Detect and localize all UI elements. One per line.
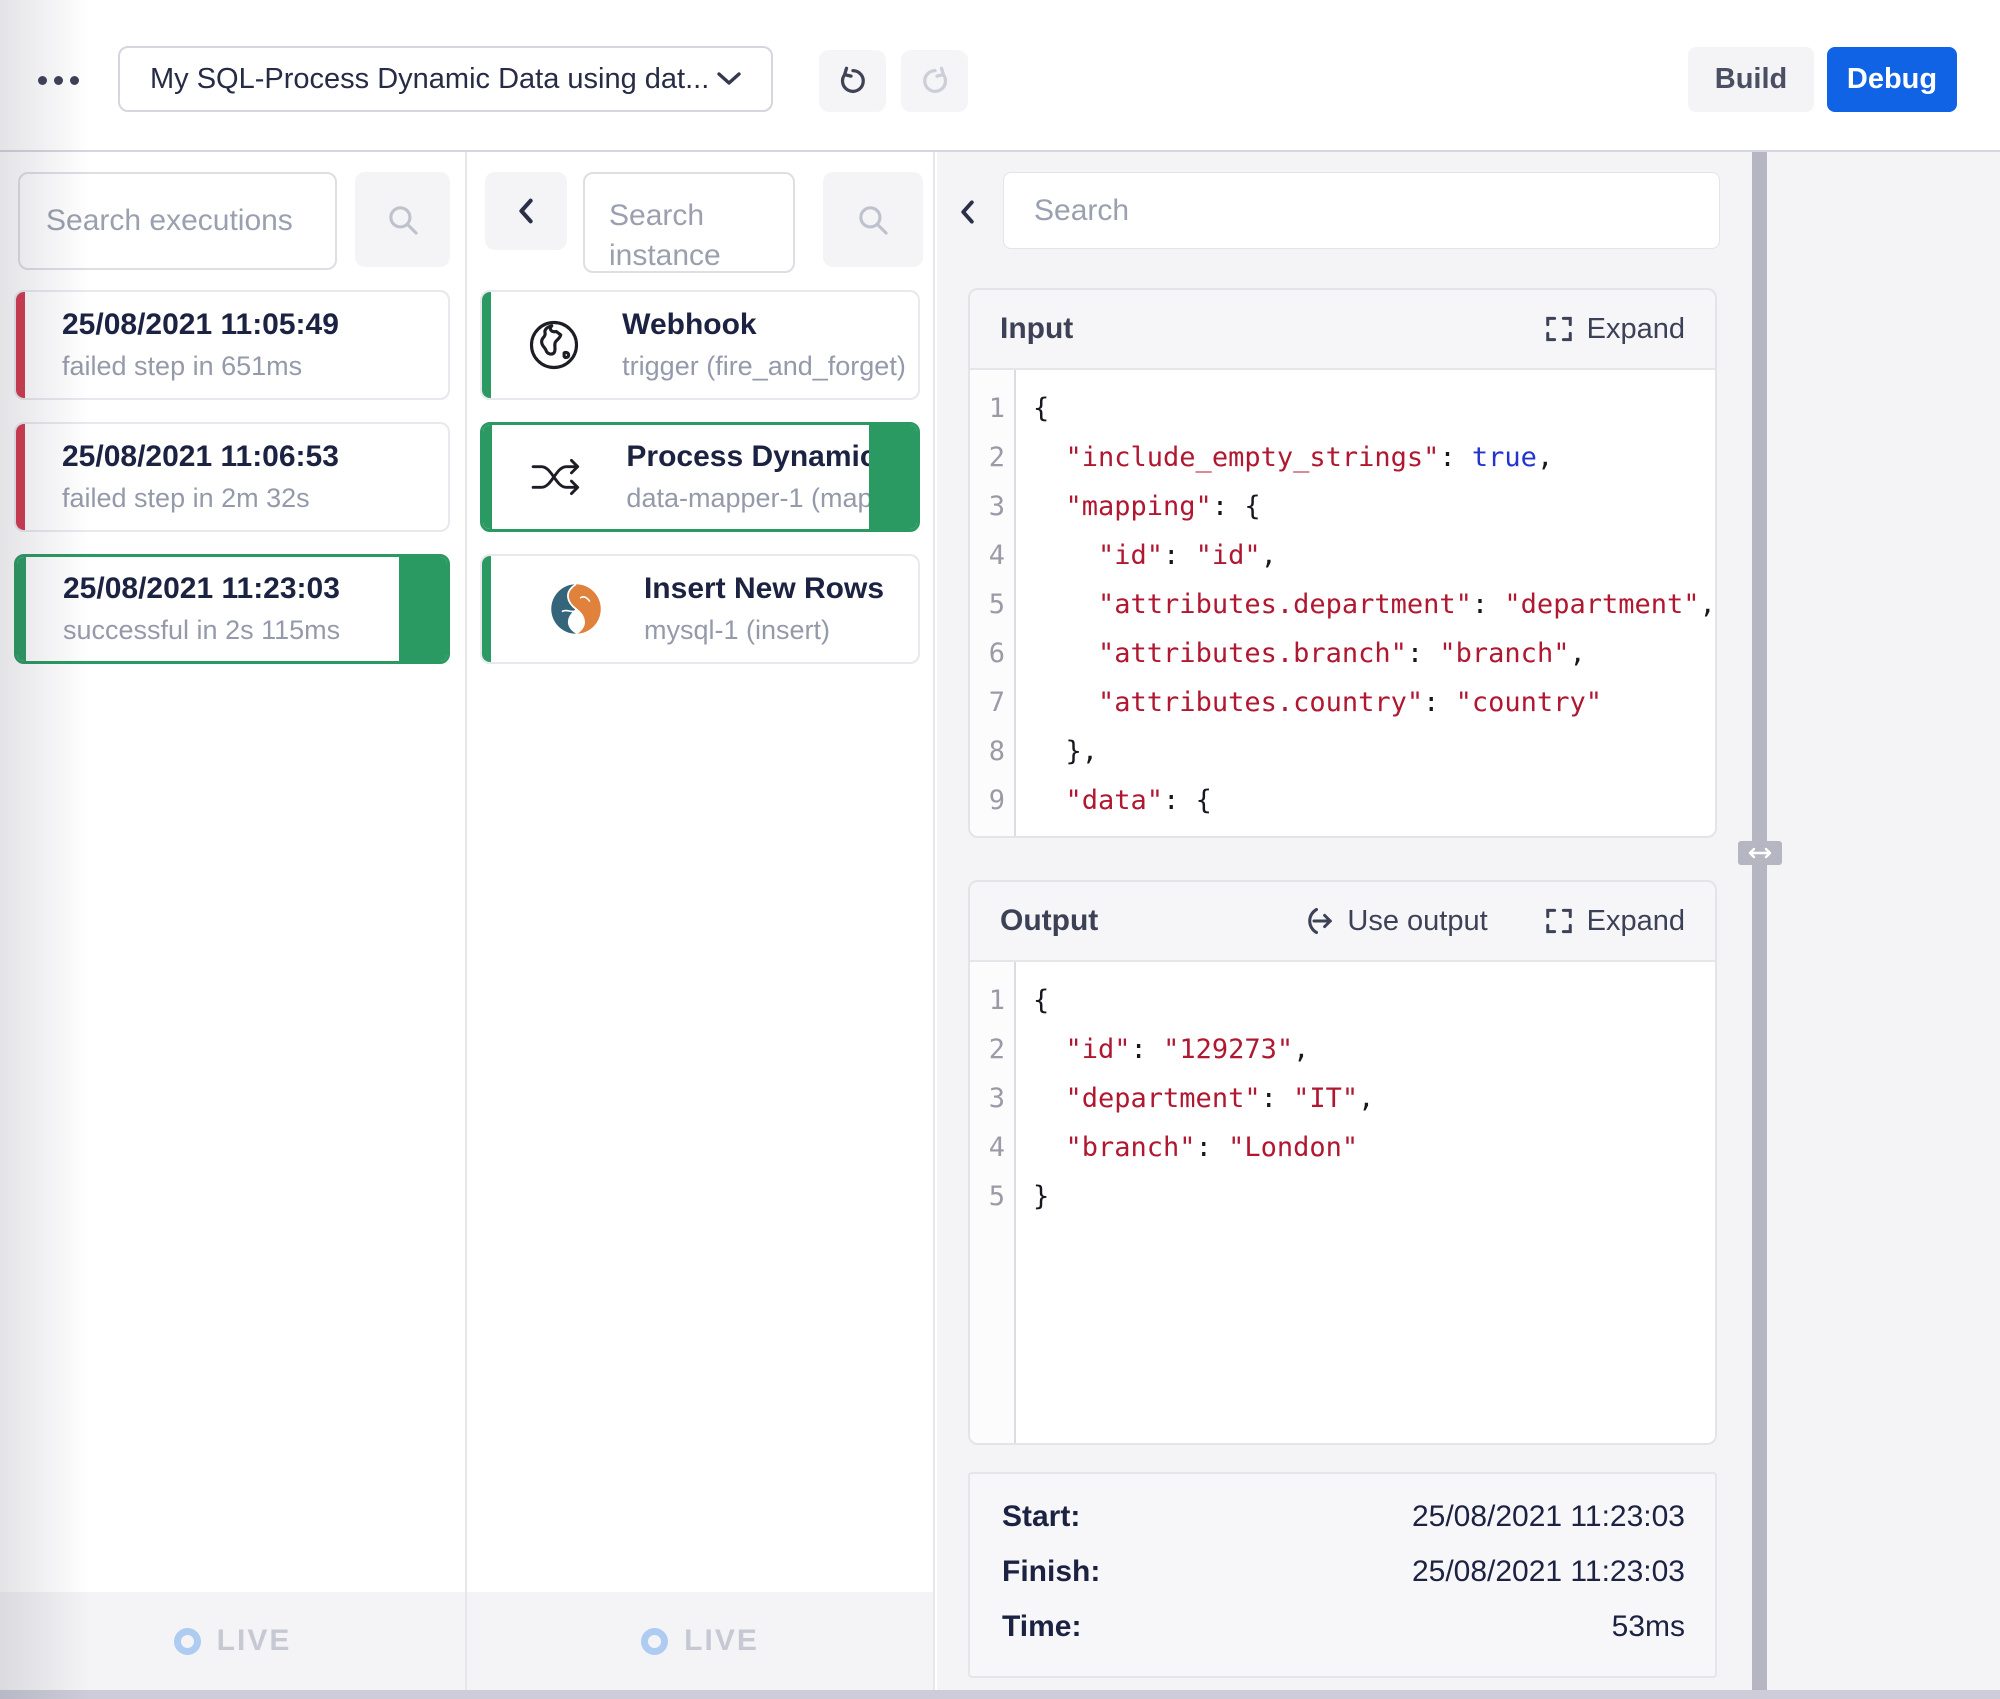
stat-row-time: Time: 53ms: [1002, 1610, 1685, 1665]
expand-label: Expand: [1587, 313, 1685, 346]
output-section: Output Use output: [968, 880, 1717, 1445]
step-search-button[interactable]: [823, 172, 923, 267]
section-title: Input: [1000, 312, 1073, 346]
step-item-webhook[interactable]: Webhook trigger (fire_and_forget): [480, 290, 920, 400]
bottom-edge-bar: [0, 1690, 2000, 1699]
workflow-name: My SQL-Process Dynamic Data using dat...: [150, 63, 717, 96]
execution-timestamp: 25/08/2021 11:06:53: [62, 440, 448, 474]
step-title: Process Dynamic...: [626, 440, 901, 474]
stat-label: Start:: [1002, 1500, 1080, 1534]
use-output-icon: [1304, 906, 1334, 936]
stat-label: Time:: [1002, 1610, 1081, 1644]
resize-arrows-icon: [1747, 847, 1773, 859]
live-toggle[interactable]: LIVE: [467, 1592, 933, 1690]
redo-button[interactable]: [901, 50, 968, 112]
dot-icon: [70, 76, 79, 85]
section-title: Output: [1000, 904, 1098, 938]
expand-button[interactable]: Expand: [1544, 313, 1685, 346]
step-subtitle: trigger (fire_and_forget): [622, 351, 906, 382]
step-search-input[interactable]: [583, 172, 795, 273]
chevron-down-icon: [717, 72, 741, 86]
stat-row-finish: Finish: 25/08/2021 11:23:03: [1002, 1555, 1685, 1610]
input-code-editor[interactable]: 12345678910{ "include_empty_strings": tr…: [970, 370, 1715, 836]
expand-button[interactable]: Expand: [1544, 905, 1685, 938]
build-button[interactable]: Build: [1688, 47, 1814, 112]
debug-button[interactable]: Debug: [1827, 47, 1957, 112]
selection-indicator: [869, 425, 917, 529]
step-item-data-mapper[interactable]: Process Dynamic... data-mapper-1 (map...: [480, 422, 920, 532]
detail-search-input[interactable]: [1003, 172, 1720, 249]
toolbar: My SQL-Process Dynamic Data using dat...: [0, 0, 2000, 152]
output-code-editor[interactable]: 12345{ "id": "129273", "department": "IT…: [970, 962, 1715, 1443]
live-label: LIVE: [217, 1624, 292, 1658]
input-section: Input Expand 12345678910{ "include_empty…: [968, 288, 1717, 838]
panel-resize-splitter[interactable]: [1752, 152, 1767, 1699]
stat-row-start: Start: 25/08/2021 11:23:03: [1002, 1500, 1685, 1555]
search-icon: [856, 203, 890, 237]
execution-search-button[interactable]: [355, 172, 450, 267]
execution-status: successful in 2s 115ms: [63, 615, 447, 646]
stat-value: 25/08/2021 11:23:03: [1412, 1555, 1685, 1589]
stat-value: 25/08/2021 11:23:03: [1412, 1500, 1685, 1534]
search-icon: [386, 203, 420, 237]
steps-panel: Webhook trigger (fire_and_forget) Proces…: [467, 152, 935, 1699]
execution-status: failed step in 2m 32s: [62, 483, 448, 514]
selection-indicator: [399, 557, 447, 661]
redo-icon: [920, 66, 950, 96]
input-section-header: Input Expand: [970, 290, 1715, 370]
workflow-selector[interactable]: My SQL-Process Dynamic Data using dat...: [118, 46, 773, 112]
live-label: LIVE: [684, 1624, 759, 1658]
expand-label: Expand: [1587, 905, 1685, 938]
undo-button[interactable]: [819, 50, 886, 112]
use-output-label: Use output: [1347, 905, 1487, 938]
execution-timestamp: 25/08/2021 11:05:49: [62, 308, 448, 342]
step-detail-panel: Input Expand 12345678910{ "include_empty…: [937, 152, 2000, 1699]
globe-icon: [486, 318, 622, 372]
back-button[interactable]: [945, 190, 989, 234]
shuffle-icon: [490, 456, 626, 498]
expand-icon: [1544, 314, 1574, 344]
live-ring-icon: [174, 1628, 201, 1655]
undo-icon: [838, 66, 868, 96]
mysql-icon: [508, 582, 644, 636]
dot-icon: [54, 76, 63, 85]
step-subtitle: mysql-1 (insert): [644, 615, 884, 646]
output-section-header: Output Use output: [970, 882, 1715, 962]
execution-item[interactable]: 25/08/2021 11:05:49 failed step in 651ms: [14, 290, 450, 400]
execution-item[interactable]: 25/08/2021 11:06:53 failed step in 2m 32…: [14, 422, 450, 532]
more-options-button[interactable]: [30, 58, 86, 102]
execution-status: failed step in 651ms: [62, 351, 448, 382]
execution-stats-panel: Start: 25/08/2021 11:23:03 Finish: 25/08…: [968, 1472, 1717, 1678]
dot-icon: [38, 76, 47, 85]
expand-icon: [1544, 906, 1574, 936]
chevron-left-icon: [518, 198, 534, 224]
collapse-panel-button[interactable]: [485, 172, 567, 250]
executions-panel: 25/08/2021 11:05:49 failed step in 651ms…: [0, 152, 467, 1699]
chevron-left-icon: [960, 200, 975, 224]
step-title: Insert New Rows: [644, 572, 884, 606]
live-ring-icon: [641, 1628, 668, 1655]
execution-item-selected[interactable]: 25/08/2021 11:23:03 successful in 2s 115…: [14, 554, 450, 664]
stat-label: Finish:: [1002, 1555, 1100, 1589]
live-toggle[interactable]: LIVE: [0, 1592, 465, 1690]
stat-value: 53ms: [1612, 1610, 1685, 1644]
execution-timestamp: 25/08/2021 11:23:03: [63, 572, 447, 606]
execution-search-input[interactable]: [18, 172, 337, 270]
workflow-debug-screen: My SQL-Process Dynamic Data using dat...: [0, 0, 2000, 1699]
step-title: Webhook: [622, 308, 906, 342]
step-subtitle: data-mapper-1 (map...: [626, 483, 901, 514]
step-item-mysql[interactable]: Insert New Rows mysql-1 (insert): [480, 554, 920, 664]
use-output-button[interactable]: Use output: [1304, 905, 1487, 938]
resize-handle[interactable]: [1738, 841, 1782, 865]
